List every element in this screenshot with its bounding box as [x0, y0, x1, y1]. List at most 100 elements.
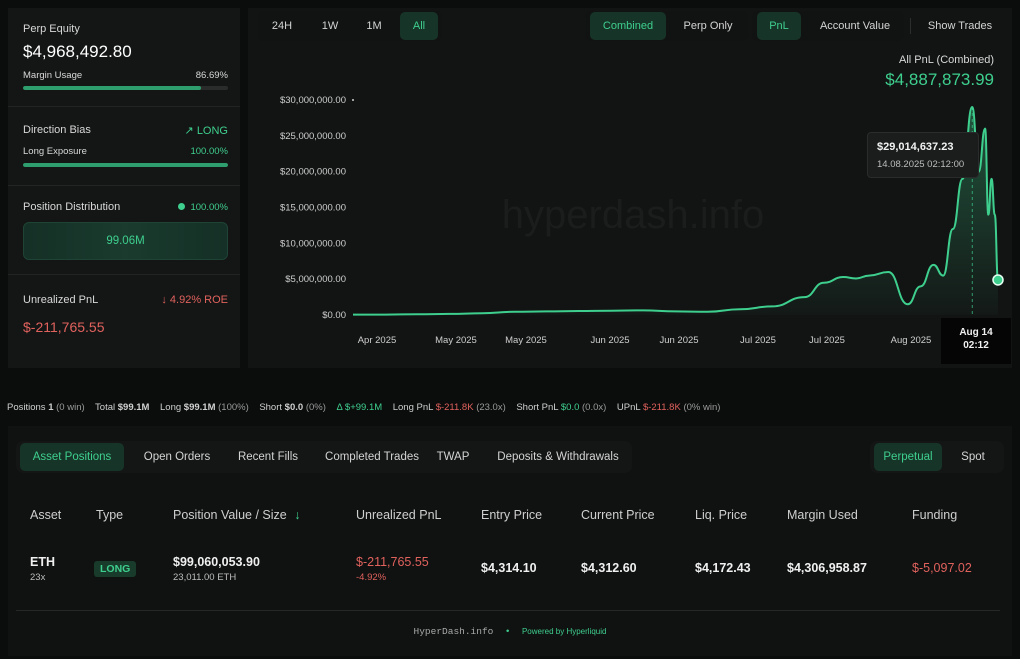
delta-label: Δ [336, 402, 343, 413]
upnl-value: $-211.8K [642, 402, 681, 413]
upnl-label: UPnL [616, 402, 641, 413]
short-label: Short [259, 402, 283, 413]
x-tick-label: Apr 2025 [358, 335, 397, 346]
long-pnl-x: (23.0x) [476, 402, 506, 413]
short-value: $0.0 [284, 402, 304, 413]
tooltip-date: 14.08.2025 02:12:00 [877, 159, 965, 170]
col-margin-used[interactable]: Margin Used [787, 508, 858, 522]
tab-completed-trades[interactable]: Completed Trades [316, 443, 428, 471]
liq-price: $4,172.43 [695, 561, 751, 575]
col-funding[interactable]: Funding [912, 508, 957, 522]
x-tick-label: Jul 2025 [809, 335, 845, 346]
footer-powered[interactable]: Powered by Hyperliquid [522, 627, 607, 636]
current-price: $4,312.60 [581, 561, 637, 575]
positions-panel: Asset Positions Open Orders Recent Fills… [8, 426, 1012, 656]
direction-bias-value: LONG [196, 125, 228, 137]
footer-brand[interactable]: HyperDash.info [414, 626, 494, 637]
distribution-amount: 99.06M [106, 235, 145, 247]
y-tick-label: $10,000,000.00 [280, 238, 346, 249]
col-current-price[interactable]: Current Price [581, 508, 655, 522]
arrow-down-icon: ↓ [161, 294, 167, 306]
unrealized-pnl-value: $-211,765.55 [23, 319, 105, 335]
short-pct: (0%) [305, 402, 326, 413]
long-exposure-label: Long Exposure [23, 146, 87, 157]
y-tick-label: $20,000,000.00 [280, 167, 346, 178]
trend-up-icon: ↗ [184, 125, 194, 137]
y-tick-label: $25,000,000.00 [280, 131, 346, 142]
asset-leverage: 23x [30, 572, 46, 583]
tab-open-orders[interactable]: Open Orders [132, 443, 222, 471]
funding: $-5,097.02 [912, 561, 972, 575]
col-asset[interactable]: Asset [30, 508, 61, 522]
long-value: $99.1M [183, 402, 216, 413]
positions-count: 1 [48, 402, 54, 413]
tab-spot[interactable]: Spot [948, 443, 998, 471]
col-liq-price[interactable]: Liq. Price [695, 508, 747, 522]
watermark-text: hyperdash.info [502, 193, 764, 237]
long-pnl-value: $-211.8K [435, 402, 474, 413]
margin-usage-bar [23, 86, 228, 90]
col-entry-price[interactable]: Entry Price [481, 508, 542, 522]
position-size: 23,011.00 ETH [173, 572, 237, 583]
tab-recent-fills[interactable]: Recent Fills [224, 443, 312, 471]
long-pct: (100%) [218, 402, 249, 413]
margin-usage-label: Margin Usage [23, 70, 83, 81]
crosshair-date-label: Aug 14 02:12 [941, 318, 1011, 364]
perp-equity-label: Perp Equity [23, 23, 80, 35]
y-tick-label: $30,000,000.00 [280, 95, 346, 106]
asset-symbol: ETH [30, 555, 55, 569]
total-label: Total [95, 402, 116, 413]
long-exposure-bar [23, 163, 228, 167]
y-tick-label: $0.00 [322, 310, 346, 321]
chart-tooltip: $29,014,637.23 14.08.2025 02:12:00 [867, 132, 979, 178]
tab-asset-positions[interactable]: Asset Positions [20, 443, 124, 471]
margin-usage-fill [23, 86, 201, 90]
x-tick-label: Aug 2025 [891, 335, 932, 346]
footer-dot: • [506, 626, 510, 637]
position-tabs: Asset Positions Open Orders Recent Fills… [16, 441, 632, 473]
entry-price: $4,314.10 [481, 561, 537, 575]
positions-win: (0 win) [56, 402, 85, 413]
crosshair-date-line2: 02:12 [963, 340, 989, 351]
stats-bar: Positions 1 (0 win) Total $99.1M Long $9… [7, 402, 720, 413]
crosshair-date-line1: Aug 14 [959, 327, 993, 338]
long-pnl-label: Long PnL [392, 402, 434, 413]
x-tick-label: Jun 2025 [659, 335, 698, 346]
long-exposure-value: 100.00% [190, 146, 228, 157]
margin-usage-value: 86.69% [195, 70, 228, 81]
tab-deposits-withdrawals[interactable]: Deposits & Withdrawals [490, 443, 626, 471]
short-pnl-x: (0.0x) [582, 402, 607, 413]
delta-value: $+99.1M [344, 402, 383, 413]
upnl-pct: (0% win) [683, 402, 721, 413]
unrealized-pnl-roe: 4.92% ROE [169, 294, 228, 306]
tab-twap[interactable]: TWAP [430, 443, 476, 471]
unrealized-pnl-pct: -4.92% [356, 572, 387, 583]
long-exposure-fill [23, 163, 228, 167]
sort-down-icon: ↓ [294, 508, 301, 522]
position-distribution-label: Position Distribution [23, 201, 121, 213]
unrealized-pnl-cell: $-211,765.55 [356, 555, 429, 569]
market-tabs: Perpetual Spot [870, 441, 1004, 473]
y-tick-label: $15,000,000.00 [280, 203, 346, 214]
distribution-dot-icon [177, 203, 185, 210]
short-pnl-label: Short PnL [516, 402, 559, 413]
footer: HyperDash.info • Powered by Hyperliquid [8, 626, 1012, 637]
tab-perpetual[interactable]: Perpetual [874, 443, 942, 471]
short-pnl-value: $0.0 [560, 402, 580, 413]
current-value-marker [992, 274, 1004, 286]
chart-panel: 24H 1W 1M All Combined Perp Only PnL Acc… [248, 8, 1012, 368]
table-divider [16, 610, 1000, 611]
position-distribution-value: 100.00% [190, 202, 228, 213]
x-tick-label: Jul 2025 [740, 335, 776, 346]
col-position-value[interactable]: Position Value / Size ↓ [173, 508, 300, 522]
col-unrealized-pnl[interactable]: Unrealized PnL [356, 508, 441, 522]
total-value: $99.1M [117, 402, 150, 413]
col-type[interactable]: Type [96, 508, 123, 522]
positions-label: Positions [7, 402, 46, 413]
perp-equity-value: $4,968,492.80 [23, 42, 132, 61]
distribution-bar[interactable]: 99.06M [23, 222, 228, 260]
pnl-chart[interactable]: hyperdash.info $0.00 $5,000,000.00 $10,000… [248, 8, 1012, 368]
margin-used: $4,306,958.87 [787, 561, 867, 575]
long-label: Long [160, 402, 182, 413]
col-position-value-label: Position Value / Size [173, 508, 287, 522]
